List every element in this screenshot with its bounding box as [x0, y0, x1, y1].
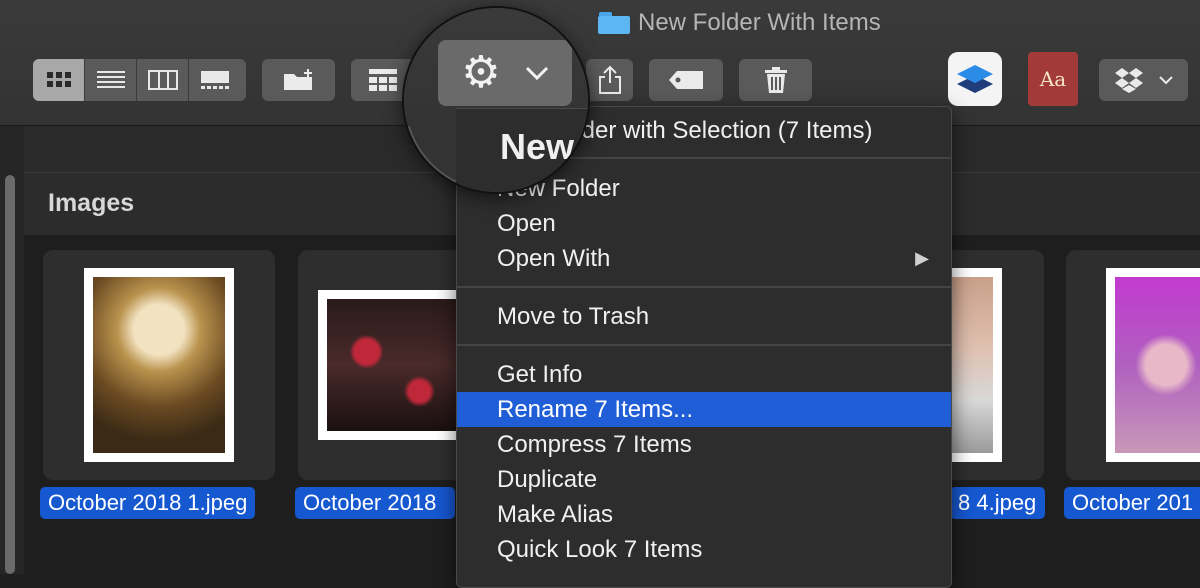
gallery-icon [200, 71, 229, 89]
gear-icon: ⚙ [461, 48, 501, 97]
section-title: Images [48, 189, 135, 217]
thumbnail-image [84, 268, 234, 462]
chevron-down-icon [525, 66, 548, 80]
share-icon [598, 65, 621, 94]
file-name-label[interactable]: October 2018 [295, 487, 455, 519]
menu-item-open[interactable]: Open [457, 206, 951, 241]
tag-icon [669, 71, 703, 89]
folder-icon [598, 12, 630, 34]
column-view-button[interactable] [137, 59, 189, 101]
menu-item-move-to-trash[interactable]: Move to Trash [457, 299, 951, 334]
layers-app-icon [957, 65, 993, 93]
new-folder-button[interactable] [262, 59, 335, 101]
menu-item-quick-look[interactable]: Quick Look 7 Items [457, 532, 951, 567]
menu-item-compress[interactable]: Compress 7 Items [457, 427, 951, 462]
list-icon [96, 71, 125, 88]
tag-button[interactable] [649, 59, 723, 101]
file-name-label[interactable]: 8 4.jpeg [950, 487, 1045, 519]
dictionary-app-button[interactable]: Aa [1028, 52, 1078, 106]
columns-icon [147, 70, 178, 90]
menu-separator [457, 344, 951, 346]
menu-item-get-info[interactable]: Get Info [457, 357, 951, 392]
submenu-arrow-icon: ▶ [915, 248, 929, 268]
magnifier-overlay: ⚙ New [402, 6, 590, 194]
magnified-menu-text: New [500, 126, 575, 167]
thumbnail-image [1106, 268, 1200, 462]
trash-button[interactable] [739, 59, 812, 101]
menu-separator [457, 286, 951, 288]
menu-item-rename[interactable]: Rename 7 Items... [457, 392, 951, 427]
gallery-view-button[interactable] [189, 59, 240, 101]
scrollbar-thumb[interactable] [5, 175, 15, 574]
action-menu-button-zoomed: ⚙ [438, 40, 572, 106]
window-title: New Folder With Items [638, 9, 881, 36]
chevron-down-icon [1158, 76, 1173, 85]
title-bar: New Folder With Items [598, 8, 881, 38]
thumbnail-image [944, 268, 1002, 462]
file-name-label[interactable]: October 2018 1.jpeg [40, 487, 256, 519]
icon-view-button[interactable] [33, 59, 85, 101]
icon-grid-icon [46, 72, 71, 87]
menu-item-make-alias[interactable]: Make Alias [457, 497, 951, 532]
file-name-label[interactable]: October 201 [1064, 487, 1200, 519]
share-button[interactable] [586, 59, 633, 101]
dictionary-app-icon: Aa [1039, 67, 1067, 91]
menu-item-open-with[interactable]: Open With ▶ [457, 241, 951, 276]
menu-item-label: Open With [497, 245, 611, 272]
dropbox-button[interactable] [1099, 59, 1188, 101]
thumbnail-image [318, 290, 468, 440]
layers-app-button[interactable] [948, 52, 1002, 106]
trash-icon [764, 67, 787, 93]
view-mode-control [33, 59, 246, 101]
group-by-icon [369, 69, 397, 91]
list-view-button[interactable] [85, 59, 137, 101]
new-folder-icon [283, 69, 312, 90]
menu-item-duplicate[interactable]: Duplicate [457, 462, 951, 497]
dropbox-icon [1114, 68, 1143, 93]
